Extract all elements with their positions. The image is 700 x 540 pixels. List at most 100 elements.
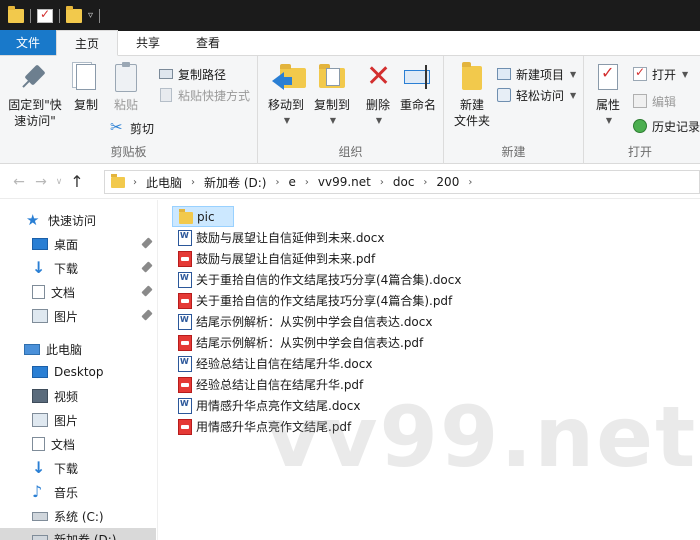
edit-button[interactable]: 编辑 <box>632 91 676 111</box>
tab-home[interactable]: 主页 <box>56 30 119 56</box>
pdf-icon <box>178 292 192 309</box>
nav-quick-access[interactable]: ★ 快速访问 <box>0 209 156 231</box>
edit-label: 编辑 <box>652 94 677 109</box>
chevron-down-icon: ▼ <box>283 116 291 125</box>
nav-label: 文档 <box>51 437 76 452</box>
back-arrow-icon[interactable]: ← <box>8 174 30 190</box>
list-item-file[interactable]: 结尾示例解析：从实例中学会自信表达.docx <box>172 311 432 332</box>
copy-label: 复制 <box>73 98 98 112</box>
list-item-file[interactable]: 鼓励与展望让自信延伸到未来.pdf <box>172 248 375 269</box>
file-name: 结尾示例解析：从实例中学会自信表达.pdf <box>196 336 424 350</box>
rename-icon <box>402 62 434 94</box>
breadcrumb-drive-d[interactable]: 新加卷 (D:) <box>204 174 266 191</box>
nav-drive-d[interactable]: 新加卷 (D:) <box>0 528 156 540</box>
file-name: 经验总结让自信在结尾升华.pdf <box>196 378 364 392</box>
list-item-file[interactable]: 关于重拾自信的作文结尾技巧分享(4篇合集).docx <box>172 269 461 290</box>
recent-locations-chevron-icon[interactable]: ∨ <box>52 177 66 187</box>
history-button[interactable]: 历史记录 <box>632 116 700 136</box>
list-item-file[interactable]: 经验总结让自信在结尾升华.pdf <box>172 374 363 395</box>
up-arrow-icon[interactable]: ↑ <box>66 172 88 191</box>
pin-icon[interactable] <box>141 285 153 297</box>
open-button[interactable]: 打开 ▼ <box>632 64 688 84</box>
breadcrumb-doc[interactable]: doc <box>393 175 415 189</box>
nav-desktop[interactable]: 桌面 <box>0 233 156 255</box>
new-folder-button[interactable]: 新建 文件夹 <box>450 62 494 129</box>
nav-videos[interactable]: 视频 <box>0 385 156 407</box>
nav-pictures[interactable]: 图片 <box>0 305 156 327</box>
pin-quick-access-button[interactable]: 固定到"快 速访问" <box>4 62 66 129</box>
easy-access-button[interactable]: 轻松访问 ▼ <box>496 85 576 105</box>
chevron-right-icon[interactable]: › <box>275 177 279 188</box>
nav-label: 下载 <box>54 461 79 476</box>
chevron-down-icon[interactable]: ▿ <box>88 10 93 21</box>
copy-icon <box>70 62 102 94</box>
breadcrumb-200[interactable]: 200 <box>436 175 459 189</box>
breadcrumb-vv99[interactable]: vv99.net <box>318 175 371 189</box>
easy-access-label: 轻松访问 <box>516 88 565 103</box>
move-to-button[interactable]: 移动到 ▼ <box>264 62 308 129</box>
pin-icon <box>19 62 51 94</box>
list-item-file[interactable]: 关于重拾自信的作文结尾技巧分享(4篇合集).pdf <box>172 290 452 311</box>
list-item-file[interactable]: 经验总结让自信在结尾升华.docx <box>172 353 372 374</box>
chevron-right-icon[interactable]: › <box>380 177 384 188</box>
tab-share[interactable]: 共享 <box>118 30 178 55</box>
rename-button[interactable]: 重命名 <box>396 62 440 113</box>
delete-button[interactable]: ✕ 删除 ▼ <box>358 62 398 129</box>
title-bar: ▿ <box>0 0 700 31</box>
ribbon-tabs: 文件 主页 共享 查看 <box>0 30 700 56</box>
chevron-right-icon[interactable]: › <box>191 177 195 188</box>
paste-button[interactable]: 粘贴 <box>106 62 146 113</box>
nav-label: 视频 <box>54 389 79 404</box>
picture-icon <box>32 413 48 427</box>
chevron-right-icon[interactable]: › <box>423 177 427 188</box>
copy-to-button[interactable]: 复制到 ▼ <box>308 62 356 129</box>
pin-icon[interactable] <box>141 309 153 321</box>
paste-shortcut-label: 粘贴快捷方式 <box>178 88 251 103</box>
list-item-file[interactable]: 结尾示例解析：从实例中学会自信表达.pdf <box>172 332 423 353</box>
file-name: 用情感升华点亮作文结尾.docx <box>196 399 361 413</box>
properties-label: 属性 <box>595 98 620 112</box>
nav-downloads[interactable]: ↓ 下载 <box>0 257 156 279</box>
list-item-file[interactable]: 用情感升华点亮作文结尾.pdf <box>172 416 351 437</box>
pdf-icon <box>178 334 192 351</box>
properties-button[interactable]: 属性 ▼ <box>590 62 626 129</box>
chevron-right-icon[interactable]: › <box>305 177 309 188</box>
new-folder-quick-icon[interactable] <box>66 5 82 23</box>
pin-icon[interactable] <box>141 261 153 273</box>
chevron-right-icon[interactable]: › <box>468 177 472 188</box>
breadcrumb-e[interactable]: e <box>288 175 295 189</box>
nav-pc-desktop[interactable]: Desktop <box>0 361 156 383</box>
breadcrumb-this-pc[interactable]: 此电脑 <box>146 174 182 191</box>
nav-pc-documents[interactable]: 文档 <box>0 433 156 455</box>
list-item-file[interactable]: 鼓励与展望让自信延伸到未来.docx <box>172 227 384 248</box>
pin-label-line1: 固定到"快 <box>8 98 62 112</box>
nav-documents[interactable]: 文档 <box>0 281 156 303</box>
copy-to-icon <box>316 62 348 94</box>
chevron-down-icon: ▼ <box>570 90 577 100</box>
easy-access-icon <box>496 87 512 103</box>
organize-group: 移动到 ▼ 复制到 ▼ ✕ 删除 ▼ 重命名 组织 <box>258 56 444 164</box>
tab-view[interactable]: 查看 <box>178 30 238 55</box>
nav-music[interactable]: ♪ 音乐 <box>0 481 156 503</box>
word-document-icon <box>178 271 192 288</box>
address-bar[interactable]: › 此电脑 › 新加卷 (D:) › e › vv99.net › doc › … <box>104 170 700 194</box>
paste-shortcut-button[interactable]: 粘贴快捷方式 <box>158 85 250 105</box>
copy-button[interactable]: 复制 <box>66 62 106 113</box>
nav-drive-c[interactable]: 系统 (C:) <box>0 505 156 527</box>
desktop-icon <box>32 366 48 378</box>
cut-button[interactable]: ✂ 剪切 <box>110 118 154 138</box>
forward-arrow-icon[interactable]: → <box>30 174 52 190</box>
new-item-button[interactable]: 新建项目 ▼ <box>496 64 576 84</box>
properties-quick-icon[interactable] <box>37 7 53 23</box>
nav-pc-downloads[interactable]: ↓ 下载 <box>0 457 156 479</box>
nav-label: 系统 (C:) <box>54 509 104 524</box>
list-item-file[interactable]: 用情感升华点亮作文结尾.docx <box>172 395 360 416</box>
nav-pc-pictures[interactable]: 图片 <box>0 409 156 431</box>
nav-this-pc[interactable]: 此电脑 <box>0 338 156 360</box>
copy-path-button[interactable]: 复制路径 <box>158 64 226 84</box>
chevron-right-icon[interactable]: › <box>133 177 137 188</box>
separator <box>59 8 60 23</box>
tab-file[interactable]: 文件 <box>0 30 57 55</box>
list-item-folder[interactable]: pic <box>172 206 234 227</box>
pin-icon[interactable] <box>141 237 153 249</box>
